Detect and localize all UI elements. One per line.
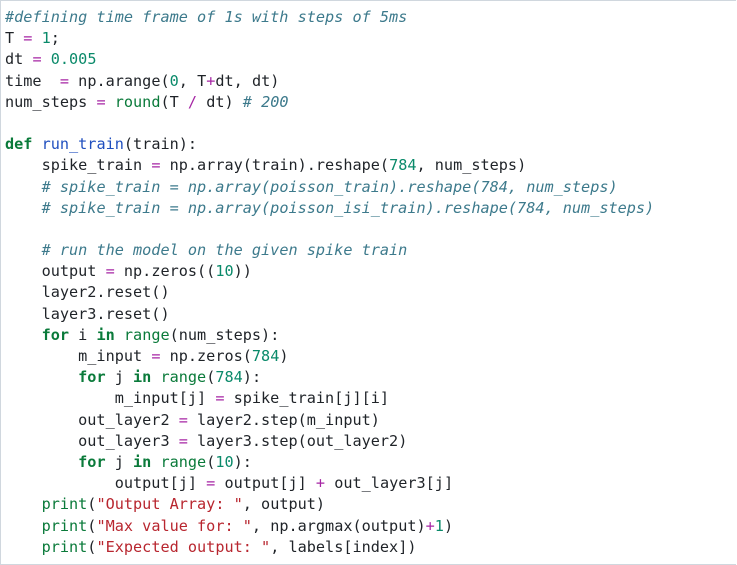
code-line[interactable]: output[j] = output[j] + out_layer3[j] <box>5 473 736 494</box>
code-line[interactable]: # spike_train = np.array(poisson_train).… <box>5 177 736 198</box>
code-line[interactable]: num_steps = round(T / dt) # 200 <box>5 92 736 113</box>
vertical-scrollbar[interactable] <box>730 1 736 564</box>
code-line[interactable]: layer2.reset() <box>5 282 736 303</box>
code-line[interactable]: for j in range(784): <box>5 367 736 388</box>
code-line[interactable]: for j in range(10): <box>5 452 736 473</box>
code-line[interactable]: #defining time frame of 1s with steps of… <box>5 7 736 28</box>
code-line[interactable]: out_layer2 = layer2.step(m_input) <box>5 410 736 431</box>
code-line[interactable]: m_input = np.zeros(784) <box>5 346 736 367</box>
code-line[interactable]: time = np.arange(0, T+dt, dt) <box>5 71 736 92</box>
code-line[interactable]: dt = 0.005 <box>5 49 736 70</box>
code-line[interactable]: ​ <box>5 219 736 240</box>
code-line[interactable]: ​ <box>5 113 736 134</box>
code-line[interactable]: T = 1; <box>5 28 736 49</box>
code-line[interactable]: # spike_train = np.array(poisson_isi_tra… <box>5 198 736 219</box>
code-line[interactable]: out_layer3 = layer3.step(out_layer2) <box>5 431 736 452</box>
code-line[interactable]: print("Max value for: ", np.argmax(outpu… <box>5 516 736 537</box>
code-line[interactable]: print("Expected output: ", labels[index]… <box>5 537 736 558</box>
code-line[interactable]: output = np.zeros((10)) <box>5 261 736 282</box>
code-line[interactable]: # run the model on the given spike train <box>5 240 736 261</box>
code-line[interactable]: def run_train(train): <box>5 134 736 155</box>
code-line[interactable]: print("Output Array: ", output) <box>5 494 736 515</box>
code-line[interactable]: spike_train = np.array(train).reshape(78… <box>5 155 736 176</box>
code-line[interactable]: m_input[j] = spike_train[j][i] <box>5 388 736 409</box>
code-line[interactable]: layer3.reset() <box>5 304 736 325</box>
code-line[interactable]: for i in range(num_steps): <box>5 325 736 346</box>
code-editor[interactable]: #defining time frame of 1s with steps of… <box>1 1 736 558</box>
code-cell[interactable]: #defining time frame of 1s with steps of… <box>0 0 736 565</box>
